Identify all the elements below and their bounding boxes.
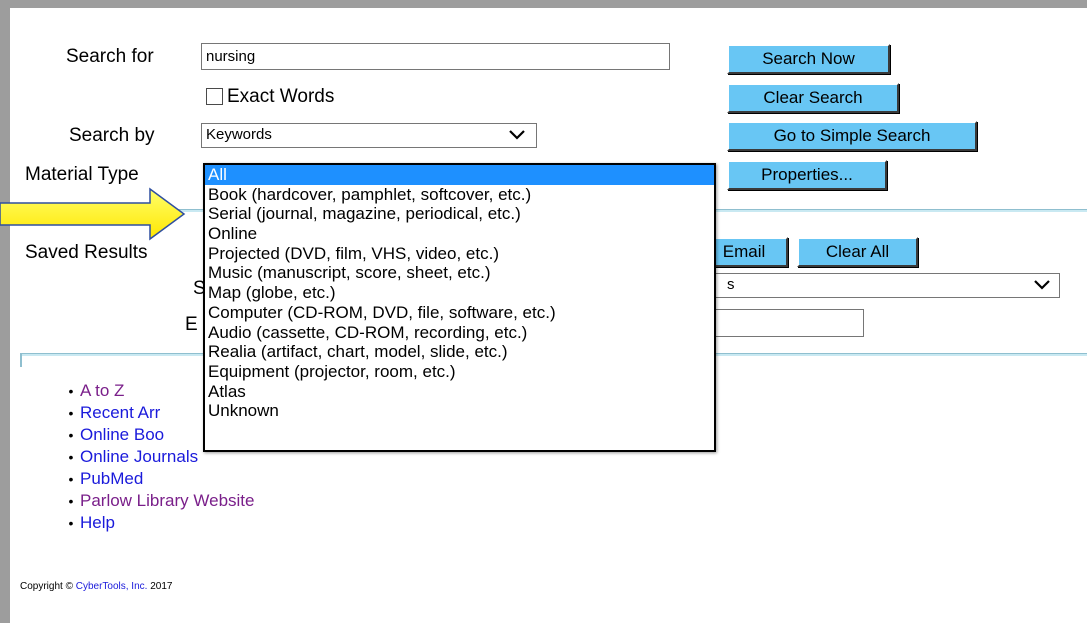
list-item: • Help	[68, 513, 115, 532]
material-option-book[interactable]: Book (hardcover, pamphlet, softcover, et…	[205, 185, 714, 205]
material-type-dropdown[interactable]: All Book (hardcover, pamphlet, softcover…	[203, 163, 716, 452]
search-input[interactable]	[201, 43, 670, 70]
link-online-journals[interactable]: Online Journals	[80, 447, 198, 466]
simple-search-button[interactable]: Go to Simple Search	[727, 121, 977, 151]
material-option-computer[interactable]: Computer (CD-ROM, DVD, file, software, e…	[205, 303, 714, 323]
exact-words-checkbox[interactable]	[206, 88, 223, 105]
search-page: Search for Exact Words Search by Keyword…	[10, 8, 1087, 623]
material-option-realia[interactable]: Realia (artifact, chart, model, slide, e…	[205, 342, 714, 362]
cybertools-link[interactable]: CyberTools, Inc.	[76, 581, 148, 592]
material-option-serial[interactable]: Serial (journal, magazine, periodical, e…	[205, 204, 714, 224]
copyright-text: Copyright © CyberTools, Inc. 2017	[20, 581, 172, 592]
saved-format-select[interactable]: s	[710, 273, 1060, 298]
link-online-books[interactable]: Online Boo	[80, 425, 164, 444]
material-option-music[interactable]: Music (manuscript, score, sheet, etc.)	[205, 263, 714, 283]
email-row-label: E	[185, 314, 198, 335]
material-option-all[interactable]: All	[205, 165, 714, 185]
link-parlow-library[interactable]: Parlow Library Website	[80, 491, 254, 510]
material-option-atlas[interactable]: Atlas	[205, 382, 714, 402]
search-by-select[interactable]: Keywords	[201, 123, 537, 148]
saved-format-value: s	[727, 276, 735, 293]
material-option-audio[interactable]: Audio (cassette, CD-ROM, recording, etc.…	[205, 323, 714, 343]
divider-edge	[20, 353, 22, 367]
material-type-label: Material Type	[25, 164, 139, 185]
copyright-year: 2017	[147, 581, 173, 592]
list-item: • PubMed	[68, 469, 144, 488]
properties-button[interactable]: Properties...	[727, 160, 887, 190]
material-option-online[interactable]: Online	[205, 224, 714, 244]
chevron-down-icon	[1034, 280, 1050, 290]
clear-all-button[interactable]: Clear All	[797, 237, 918, 267]
chevron-down-icon	[509, 130, 525, 140]
saved-results-label: Saved Results	[25, 242, 148, 263]
link-help[interactable]: Help	[80, 513, 115, 532]
search-by-label: Search by	[69, 125, 155, 146]
search-for-label: Search for	[66, 46, 154, 67]
material-option-unknown[interactable]: Unknown	[205, 401, 714, 421]
material-option-projected[interactable]: Projected (DVD, film, VHS, video, etc.)	[205, 244, 714, 264]
link-recent-arrivals[interactable]: Recent Arr	[80, 403, 160, 422]
list-item: • Parlow Library Website	[68, 491, 255, 510]
search-by-value: Keywords	[206, 126, 272, 143]
link-a-to-z[interactable]: A to Z	[80, 381, 124, 400]
copyright-prefix: Copyright ©	[20, 581, 76, 592]
search-now-button[interactable]: Search Now	[727, 44, 890, 74]
clear-search-button[interactable]: Clear Search	[727, 83, 899, 113]
email-address-input[interactable]	[710, 309, 864, 337]
material-option-equipment[interactable]: Equipment (projector, room, etc.)	[205, 362, 714, 382]
link-pubmed[interactable]: PubMed	[80, 469, 143, 488]
yellow-arrow-icon	[0, 187, 186, 241]
exact-words-label: Exact Words	[227, 86, 335, 107]
material-option-map[interactable]: Map (globe, etc.)	[205, 283, 714, 303]
